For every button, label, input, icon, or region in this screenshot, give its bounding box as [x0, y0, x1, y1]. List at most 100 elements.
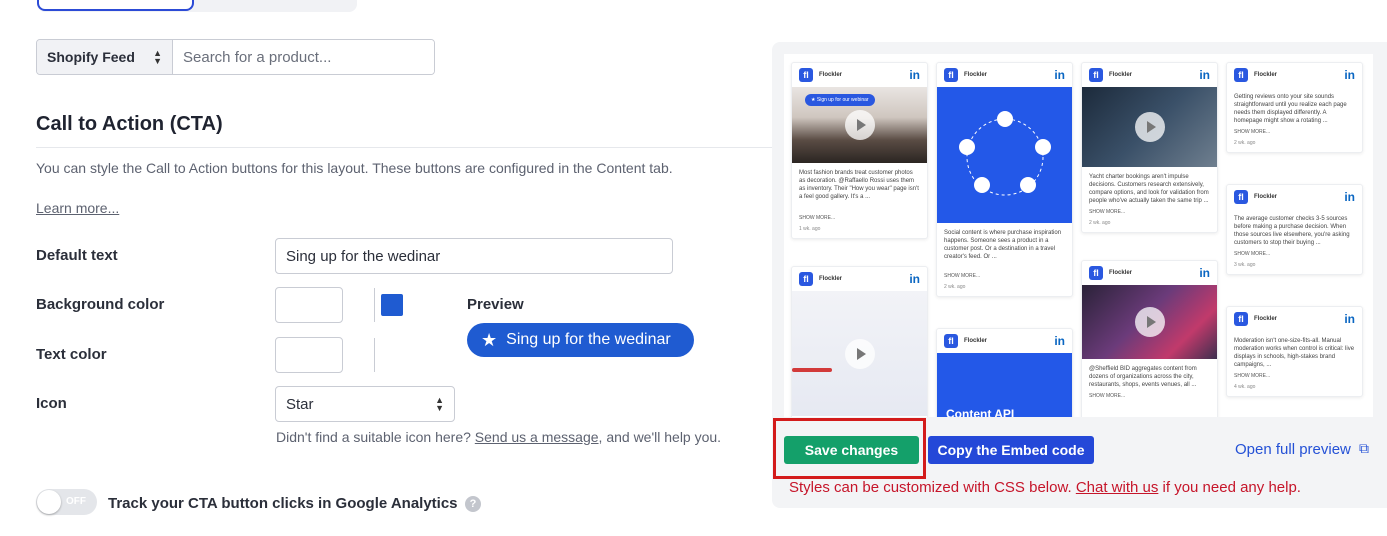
- linkedin-icon: in: [1344, 190, 1355, 204]
- flockler-logo-icon: fl: [799, 272, 813, 286]
- background-color-label: Background color: [36, 296, 165, 313]
- wall-card[interactable]: fl Flockler in ★ Sign up for our webinar M…: [791, 62, 928, 239]
- wall-card[interactable]: fl Flockler in: [791, 266, 928, 417]
- preview-label: Preview: [467, 296, 524, 313]
- flockler-logo-icon: fl: [1089, 266, 1103, 280]
- background-color-input[interactable]: [275, 287, 343, 323]
- section-title: Call to Action (CTA): [36, 113, 223, 135]
- play-icon[interactable]: [1134, 307, 1165, 337]
- show-more-link[interactable]: SHOW MORE...: [1082, 207, 1217, 217]
- show-more-link[interactable]: SHOW MORE...: [937, 271, 1072, 281]
- card-media: Content API: [937, 353, 1072, 417]
- save-changes-button[interactable]: Save changes: [784, 436, 919, 464]
- linkedin-icon: in: [1054, 68, 1065, 82]
- helper-suffix: , and we'll help you.: [598, 429, 722, 445]
- card-media: [1082, 285, 1217, 359]
- wall-card[interactable]: fl Flockler in @Sheffield BID aggregates c…: [1081, 260, 1218, 417]
- color-divider: [374, 338, 375, 372]
- toggle-knob: [37, 490, 61, 514]
- feed-selector-row: Shopify Feed ▲ ▼: [36, 39, 435, 75]
- linkedin-icon: in: [909, 272, 920, 286]
- css-note: Styles can be customized with CSS below.…: [789, 479, 1301, 496]
- wall-card[interactable]: fl Flockler in The average customer checks…: [1226, 184, 1363, 275]
- card-text: @Sheffield BID aggregates content from d…: [1089, 366, 1197, 388]
- card-text: Getting reviews onto your site sounds st…: [1234, 94, 1347, 124]
- icon-select-value: Star: [286, 395, 314, 413]
- icon-helper-text: Didn't find a suitable icon here? Send u…: [276, 429, 721, 445]
- play-icon[interactable]: [844, 338, 875, 369]
- learn-more-link[interactable]: Learn more...: [36, 200, 119, 216]
- card-cta-chip[interactable]: ★ Sign up for our webinar: [805, 94, 875, 106]
- wall-card[interactable]: fl Flockler in Yacht charter bookings aren…: [1081, 62, 1218, 233]
- flockler-logo-icon: fl: [944, 68, 958, 82]
- color-divider: [374, 288, 375, 322]
- show-more-link[interactable]: SHOW MORE...: [1082, 391, 1217, 401]
- play-icon[interactable]: [1134, 112, 1165, 142]
- icon-label: Icon: [36, 395, 67, 412]
- flockler-logo-icon: fl: [1234, 68, 1248, 82]
- css-note-suffix: if you need any help.: [1162, 479, 1301, 496]
- linkedin-icon: in: [1199, 68, 1210, 82]
- default-text-input[interactable]: [275, 238, 673, 274]
- show-more-link[interactable]: SHOW MORE...: [792, 213, 927, 223]
- social-wall-preview: fl Flockler in ★ Sign up for our webinar M…: [784, 54, 1373, 417]
- default-text-label: Default text: [36, 247, 118, 264]
- linkedin-icon: in: [1344, 68, 1355, 82]
- card-media: [792, 291, 927, 416]
- copy-embed-code-button[interactable]: Copy the Embed code: [928, 436, 1094, 464]
- wall-card[interactable]: fl Flockler in Content API: [936, 328, 1073, 417]
- card-brand: Flockler: [964, 72, 988, 78]
- feed-select[interactable]: Shopify Feed ▲ ▼: [37, 40, 173, 74]
- star-icon: ★: [481, 329, 498, 350]
- wall-card[interactable]: fl Flockler in Social content is where pur…: [936, 62, 1073, 297]
- updown-arrows-icon: ▲ ▼: [435, 395, 444, 413]
- wall-card[interactable]: fl Flockler in Moderation isn't one-size-f…: [1226, 306, 1363, 397]
- icon-select[interactable]: Star ▲ ▼: [275, 386, 455, 422]
- external-link-icon[interactable]: ⧉: [1359, 440, 1369, 457]
- card-text: The average customer checks 3-5 sources …: [1234, 216, 1350, 246]
- tab-active[interactable]: [37, 0, 194, 11]
- card-brand: Flockler: [819, 72, 843, 78]
- feed-select-value: Shopify Feed: [47, 49, 135, 65]
- helper-prefix: Didn't find a suitable icon here?: [276, 429, 471, 445]
- flockler-logo-icon: fl: [799, 68, 813, 82]
- play-icon[interactable]: [844, 110, 875, 140]
- card-brand: Flockler: [1254, 316, 1278, 322]
- card-time: 2 wk. ago: [1234, 140, 1256, 146]
- text-color-input[interactable]: [275, 337, 343, 373]
- product-search-input[interactable]: [173, 40, 434, 74]
- card-brand: Flockler: [1254, 194, 1278, 200]
- card-time: 2 wk. ago: [944, 284, 966, 290]
- card-time: 2 wk. ago: [1089, 220, 1111, 226]
- wall-card[interactable]: fl Flockler in Getting reviews onto your s…: [1226, 62, 1363, 153]
- text-color-label: Text color: [36, 346, 107, 363]
- updown-arrows-icon: ▲ ▼: [153, 48, 162, 66]
- linkedin-icon: in: [909, 68, 920, 82]
- linkedin-icon: in: [1344, 312, 1355, 326]
- card-text: Moderation isn't one-size-fits-all. Manu…: [1234, 338, 1355, 368]
- card-brand: Flockler: [1254, 72, 1278, 78]
- show-more-link[interactable]: SHOW MORE...: [1227, 127, 1362, 137]
- show-more-link[interactable]: SHOW MORE...: [1227, 249, 1362, 259]
- show-more-link[interactable]: SHOW MORE...: [1227, 371, 1362, 381]
- social-cycle-graphic: [959, 111, 1051, 196]
- analytics-toggle[interactable]: OFF: [36, 489, 97, 515]
- card-media: [1082, 87, 1217, 167]
- rocket-graphic: [792, 368, 832, 372]
- flockler-logo-icon: fl: [1089, 68, 1103, 82]
- cta-preview-button[interactable]: ★ Sing up for the wedinar: [467, 323, 694, 357]
- question-mark-icon[interactable]: ?: [465, 496, 481, 512]
- background-color-swatch[interactable]: [381, 294, 403, 316]
- content-api-title: Content API: [946, 407, 1015, 417]
- card-media: ★ Sign up for our webinar: [792, 87, 927, 163]
- css-note-prefix: Styles can be customized with CSS below.: [789, 479, 1072, 496]
- card-time: 3 wk. ago: [1234, 262, 1256, 268]
- chat-with-us-link[interactable]: Chat with us: [1076, 479, 1159, 496]
- card-text: Yacht charter bookings aren't impulse de…: [1089, 174, 1209, 204]
- cta-description: You can style the Call to Action buttons…: [36, 160, 673, 176]
- linkedin-icon: in: [1054, 334, 1065, 348]
- flockler-logo-icon: fl: [944, 334, 958, 348]
- send-message-link[interactable]: Send us a message: [475, 429, 599, 445]
- card-brand: Flockler: [964, 338, 988, 344]
- open-full-preview-link[interactable]: Open full preview: [1235, 441, 1351, 458]
